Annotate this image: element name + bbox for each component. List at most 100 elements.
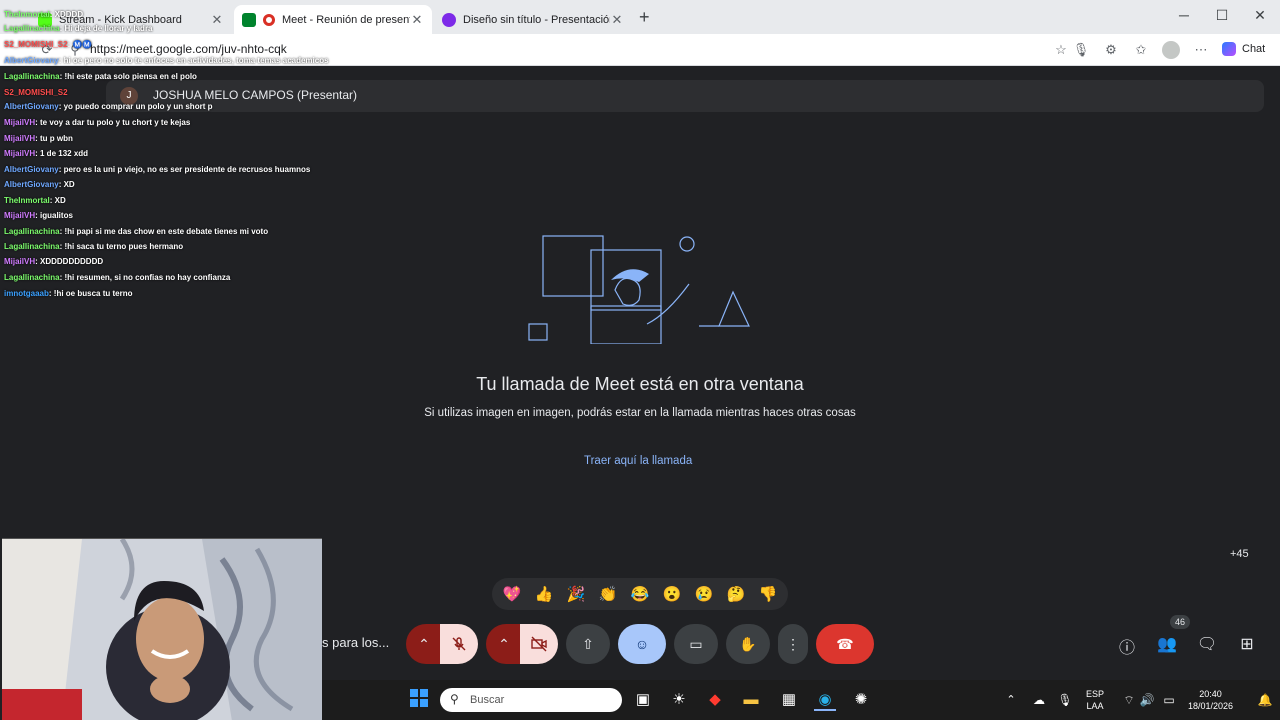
tab-title: Diseño sin título - Presentación bbox=[463, 13, 610, 26]
meet-icon bbox=[242, 12, 256, 27]
taskbar-search[interactable]: ⚲ Buscar bbox=[440, 688, 622, 712]
captions-icon: ▭ bbox=[689, 635, 703, 652]
mic-options-button[interactable]: ⌃ bbox=[406, 624, 442, 664]
menu-icon[interactable]: ⋯ bbox=[1192, 42, 1210, 58]
minimize-icon[interactable]: ─ bbox=[1174, 7, 1194, 23]
tray-mic-icon[interactable]: 🎙 bbox=[1054, 689, 1076, 711]
webcam-feed bbox=[2, 538, 322, 720]
address-bar: ⟳ ⚲ https://meet.google.com/juv-nhto-cqk… bbox=[0, 34, 1280, 66]
chevron-up-icon: ⌃ bbox=[418, 635, 430, 652]
bring-call-here-link[interactable]: Traer aquí la llamada bbox=[584, 455, 692, 467]
search-icon: ⚲ bbox=[450, 692, 459, 706]
leave-call-button[interactable]: ☎ bbox=[816, 624, 874, 664]
canva-icon bbox=[442, 12, 456, 27]
tab-meet[interactable]: Meet - Reunión de presentación ✕ bbox=[234, 5, 432, 34]
webcam-image bbox=[2, 539, 322, 720]
reaction-party[interactable]: 🎉 bbox=[562, 585, 590, 603]
tray-chevron-icon[interactable]: ⌃ bbox=[1000, 689, 1022, 711]
store-icon[interactable]: ▦ bbox=[778, 689, 800, 711]
illustration-person-head bbox=[614, 277, 641, 306]
info-icon[interactable]: ⓘ bbox=[1116, 634, 1138, 658]
recording-icon bbox=[263, 13, 275, 26]
reaction-laugh[interactable]: 😂 bbox=[626, 585, 654, 603]
clock[interactable]: 20:40 18/01/2026 bbox=[1188, 688, 1233, 712]
more-options-button[interactable]: ⋮ bbox=[778, 624, 808, 664]
stage-subtitle: Si utilizas imagen en imagen, podrás est… bbox=[424, 407, 856, 419]
illustration-circle bbox=[679, 236, 695, 252]
apps-icon[interactable]: ⊞ bbox=[1236, 634, 1258, 654]
participants-badge: 46 bbox=[1170, 615, 1190, 629]
reaction-thumbs-up[interactable]: 👍 bbox=[530, 585, 558, 603]
reaction-thumbs-down[interactable]: 👎 bbox=[754, 585, 782, 603]
raise-hand-button[interactable]: ✋ bbox=[726, 624, 770, 664]
close-icon[interactable]: ✕ bbox=[410, 12, 424, 28]
tab-title: Stream - Kick Dashboard bbox=[59, 13, 182, 26]
emoji-icon: ☺ bbox=[634, 636, 650, 652]
chat-label: Chat bbox=[1242, 42, 1266, 55]
captions-button[interactable]: ▭ bbox=[674, 624, 718, 664]
illustration-person-body bbox=[590, 305, 662, 344]
people-icon[interactable]: 👥 bbox=[1156, 634, 1178, 654]
stage-title: Tu llamada de Meet está en otra ventana bbox=[476, 374, 804, 394]
mic-toggle-button[interactable] bbox=[440, 624, 478, 664]
extensions-icon[interactable]: ⚙ bbox=[1102, 42, 1120, 58]
close-window-icon[interactable]: ✕ bbox=[1250, 7, 1270, 24]
file-explorer-icon[interactable]: ▬ bbox=[740, 689, 762, 711]
edge-icon[interactable]: ◉ bbox=[814, 689, 836, 711]
chevron-up-icon: ⌃ bbox=[498, 635, 510, 652]
more-participants-count[interactable]: +45 bbox=[1230, 548, 1249, 560]
present-icon: ⇧ bbox=[582, 635, 594, 652]
illustration-frame-back bbox=[542, 235, 604, 297]
app-icon-red[interactable]: ◆ bbox=[704, 689, 726, 711]
star-icon[interactable]: ☆ bbox=[1052, 42, 1070, 58]
more-vert-icon: ⋮ bbox=[786, 635, 800, 652]
copilot-chat-button[interactable]: Chat bbox=[1222, 42, 1265, 56]
close-icon[interactable]: ✕ bbox=[610, 12, 624, 28]
meeting-name: s para los... bbox=[322, 635, 390, 650]
maximize-icon[interactable]: ☐ bbox=[1212, 7, 1232, 24]
present-button[interactable]: ⇧ bbox=[566, 624, 610, 664]
clock-time: 20:40 bbox=[1199, 689, 1222, 699]
site-info-icon[interactable]: ⚲ bbox=[66, 42, 84, 58]
copilot-icon bbox=[1222, 42, 1236, 56]
tray-app-icon[interactable]: ☁ bbox=[1028, 689, 1050, 711]
reaction-thinking[interactable]: 🤔 bbox=[722, 585, 750, 603]
mic-off-icon bbox=[452, 637, 466, 651]
hangup-icon: ☎ bbox=[836, 635, 854, 652]
profile-avatar[interactable] bbox=[1162, 41, 1180, 59]
close-icon[interactable]: ✕ bbox=[210, 12, 224, 28]
task-view-icon[interactable]: ▣ bbox=[632, 689, 654, 711]
presenter-name: JOSHUA MELO CAMPOS (Presentar) bbox=[153, 88, 358, 102]
reaction-sad[interactable]: 😢 bbox=[690, 585, 718, 603]
tab-canva[interactable]: Diseño sin título - Presentación ✕ bbox=[434, 5, 632, 34]
browser-tab-bar: Stream - Kick Dashboard ✕ Meet - Reunión… bbox=[0, 0, 1280, 34]
camera-toggle-button[interactable] bbox=[520, 624, 558, 664]
windows-taskbar: ⚲ Buscar ▣ ☀ ◆ ▬ ▦ ◉ ✺ ⌃ ☁ 🎙 ESP LAA ⌔ 🔊… bbox=[322, 680, 1280, 720]
windows-start-icon[interactable] bbox=[408, 689, 430, 711]
notifications-icon[interactable]: 🔔 bbox=[1254, 689, 1276, 711]
favorites-icon[interactable]: ✩ bbox=[1132, 42, 1150, 58]
kick-icon bbox=[38, 12, 52, 27]
tab-kick-dashboard[interactable]: Stream - Kick Dashboard ✕ bbox=[30, 5, 232, 34]
chatgpt-icon[interactable]: ✺ bbox=[850, 689, 872, 711]
camera-options-button[interactable]: ⌃ bbox=[486, 624, 522, 664]
emoji-button[interactable]: ☺ bbox=[618, 624, 666, 664]
illustration-person-arm bbox=[646, 283, 690, 325]
mic-icon[interactable]: 🎙 bbox=[1072, 42, 1090, 58]
illustration-triangle bbox=[718, 290, 750, 327]
new-tab-button[interactable]: + bbox=[639, 7, 650, 28]
clock-date: 18/01/2026 bbox=[1188, 701, 1234, 711]
volume-icon[interactable]: 🔊 bbox=[1136, 689, 1158, 711]
reaction-surprised[interactable]: 😮 bbox=[658, 585, 686, 603]
search-placeholder: Buscar bbox=[470, 694, 505, 706]
illustration-square bbox=[528, 323, 548, 341]
battery-icon[interactable]: ▭ bbox=[1158, 689, 1180, 711]
reaction-clap[interactable]: 👏 bbox=[594, 585, 622, 603]
chat-icon[interactable]: 🗨 bbox=[1196, 634, 1218, 654]
widgets-icon[interactable]: ☀ bbox=[668, 689, 690, 711]
url-field[interactable]: https://meet.google.com/juv-nhto-cqk bbox=[90, 42, 287, 56]
language-indicator[interactable]: ESP LAA bbox=[1086, 688, 1104, 712]
call-stage: Tu llamada de Meet está en otra ventana … bbox=[0, 126, 1280, 568]
reaction-heart[interactable]: 💖 bbox=[498, 585, 526, 603]
reload-icon[interactable]: ⟳ bbox=[38, 42, 56, 58]
